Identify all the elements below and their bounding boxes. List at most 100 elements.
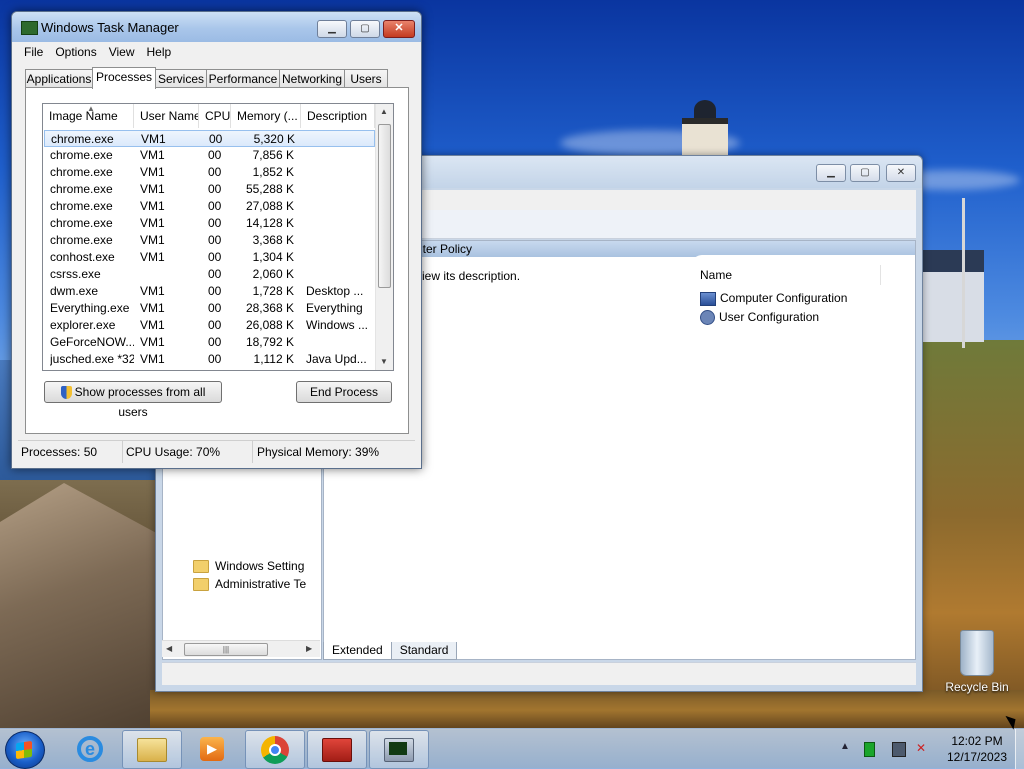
scroll-up-icon[interactable]: ▲: [380, 107, 388, 116]
taskbar-media-player[interactable]: ▶: [183, 730, 241, 767]
column-header-description[interactable]: Description: [301, 104, 375, 128]
task-manager-icon: [21, 21, 38, 35]
menubar: File Options View Help: [18, 43, 415, 61]
internet-explorer-icon: e: [77, 735, 103, 762]
cell-cpu: 00: [208, 199, 222, 213]
tree-horizontal-scrollbar[interactable]: ◀ ||| ▶: [162, 640, 320, 657]
menu-view[interactable]: View: [103, 43, 141, 61]
column-header-image-name[interactable]: ▲ Image Name: [43, 104, 134, 128]
table-row[interactable]: explorer.exe VM1 00 26,088 K Windows ...: [44, 317, 375, 334]
taskbar-internet-explorer[interactable]: e: [61, 730, 119, 767]
cell-cpu: 00: [208, 284, 222, 298]
show-hidden-icons-icon[interactable]: ▲: [840, 741, 850, 752]
cell-image-name: explorer.exe: [50, 318, 116, 332]
cell-image-name: chrome.exe: [50, 199, 113, 213]
table-row[interactable]: chrome.exe VM1 00 14,128 K: [44, 215, 375, 232]
scroll-right-icon[interactable]: ▶: [306, 644, 312, 653]
cell-memory: 5,320 K: [253, 132, 295, 146]
taskbar-windows-explorer[interactable]: [122, 730, 182, 769]
tree-item-administrative-templates[interactable]: ▷ Administrative Te: [193, 575, 319, 593]
table-row[interactable]: jusched.exe *32 VM1 00 1,112 K Java Upd...: [44, 351, 375, 368]
table-row[interactable]: chrome.exe VM1 00 27,088 K: [44, 198, 375, 215]
table-row[interactable]: chrome.exe VM1 00 3,368 K: [44, 232, 375, 249]
cell-cpu: 00: [208, 368, 230, 370]
minimize-button[interactable]: ▁: [816, 164, 846, 182]
table-row[interactable]: Everything.exe VM1 00 28,368 K Everything: [44, 300, 375, 317]
media-player-icon: ▶: [200, 736, 224, 761]
policy-list: Name Computer Configuration User Configu…: [692, 255, 915, 659]
taskbar-task-manager[interactable]: [369, 730, 429, 769]
menu-help[interactable]: Help: [141, 43, 178, 61]
cell-image-name: dwm.exe: [50, 284, 99, 298]
start-button[interactable]: [5, 731, 45, 769]
cell-memory: 27,088 K: [245, 199, 294, 213]
cell-user-name: VM1: [141, 132, 166, 146]
tab-applications[interactable]: Applications: [25, 69, 93, 88]
close-button[interactable]: ✕: [383, 20, 415, 38]
table-row[interactable]: conhost.exe VM1 00 1,304 K: [44, 249, 375, 266]
tab-performance[interactable]: Performance: [206, 69, 280, 88]
house: [920, 272, 984, 342]
cell-cpu: 00: [208, 318, 222, 332]
cell-description: Java Upd...: [306, 352, 367, 366]
battery-icon[interactable]: [864, 742, 875, 757]
list-item-computer-configuration[interactable]: Computer Configuration: [700, 289, 847, 307]
table-row[interactable]: chrome.exe VM1 00 5,320 K: [44, 130, 375, 147]
table-row[interactable]: csrss.exe 00 2,060 K: [44, 266, 375, 283]
scroll-left-icon[interactable]: ◀: [166, 644, 172, 653]
scroll-down-icon[interactable]: ▼: [380, 357, 388, 366]
system-tray: ▲ ✕ 12:02 PM 12/17/2023: [836, 729, 1024, 769]
table-row[interactable]: mmc.exe VM1 00 28,300 K: [44, 368, 375, 370]
cell-description: Windows ...: [306, 318, 369, 332]
table-row[interactable]: chrome.exe VM1 00 7,856 K: [44, 147, 375, 164]
column-header-memory[interactable]: Memory (...: [231, 104, 301, 128]
tab-users[interactable]: Users: [344, 69, 388, 88]
network-icon[interactable]: [892, 742, 906, 757]
cell-user-name: VM1: [140, 352, 165, 366]
scroll-thumb[interactable]: [378, 124, 391, 288]
taskbar-chrome[interactable]: [245, 730, 305, 769]
column-header-user-name[interactable]: User Name: [134, 104, 199, 128]
close-button[interactable]: ✕: [886, 164, 916, 182]
cell-user-name: VM1: [140, 199, 165, 213]
tab-standard[interactable]: Standard: [390, 642, 458, 660]
tree-item-windows-settings[interactable]: ▷ Windows Setting: [193, 557, 319, 575]
cell-cpu: 00: [208, 165, 222, 179]
tab-services[interactable]: Services: [155, 69, 207, 88]
list-item-user-configuration[interactable]: User Configuration: [700, 308, 819, 326]
cell-cpu: 00: [208, 182, 222, 196]
cell-user-name: VM1: [140, 284, 165, 298]
menu-options[interactable]: Options: [49, 43, 102, 61]
house-roof: [920, 250, 984, 274]
tm-titlebar[interactable]: Windows Task Manager ▁ ▢ ✕: [12, 12, 421, 42]
scroll-thumb[interactable]: |||: [184, 643, 268, 656]
minimize-button[interactable]: ▁: [317, 20, 347, 38]
clock[interactable]: 12:02 PM 12/17/2023: [942, 733, 1012, 765]
cell-user-name: VM1: [140, 368, 194, 370]
table-row[interactable]: dwm.exe VM1 00 1,728 K Desktop ...: [44, 283, 375, 300]
cell-cpu: 00: [209, 132, 223, 146]
table-row[interactable]: GeForceNOW... VM1 00 18,792 K: [44, 334, 375, 351]
table-row[interactable]: chrome.exe VM1 00 1,852 K: [44, 164, 375, 181]
show-desktop-button[interactable]: [1015, 729, 1024, 769]
show-all-processes-button[interactable]: Show processes from all users: [44, 381, 222, 419]
taskbar-admin-tools[interactable]: [307, 730, 367, 769]
maximize-button[interactable]: ▢: [350, 20, 380, 38]
volume-muted-icon[interactable]: ✕: [916, 742, 928, 755]
cell-memory: 26,088 K: [245, 318, 294, 332]
maximize-button[interactable]: ▢: [850, 164, 880, 182]
recycle-bin-label: Recycle Bin: [945, 680, 1009, 694]
menu-file[interactable]: File: [18, 43, 49, 61]
end-process-button[interactable]: End Process: [296, 381, 392, 403]
tab-extended[interactable]: Extended: [323, 642, 392, 660]
tab-networking[interactable]: Networking: [279, 69, 345, 88]
table-row[interactable]: chrome.exe VM1 00 55,288 K: [44, 181, 375, 198]
tab-processes[interactable]: Processes: [92, 67, 156, 89]
cell-user-name: VM1: [140, 250, 165, 264]
column-header-cpu[interactable]: CPU: [199, 104, 231, 128]
cell-cpu: 00: [208, 148, 222, 162]
recycle-bin[interactable]: Recycle Bin: [940, 630, 1014, 694]
list-item-label: User Configuration: [719, 310, 820, 324]
process-table-scrollbar[interactable]: ▲ ▼: [375, 104, 393, 370]
column-header-name[interactable]: Name: [692, 265, 881, 285]
